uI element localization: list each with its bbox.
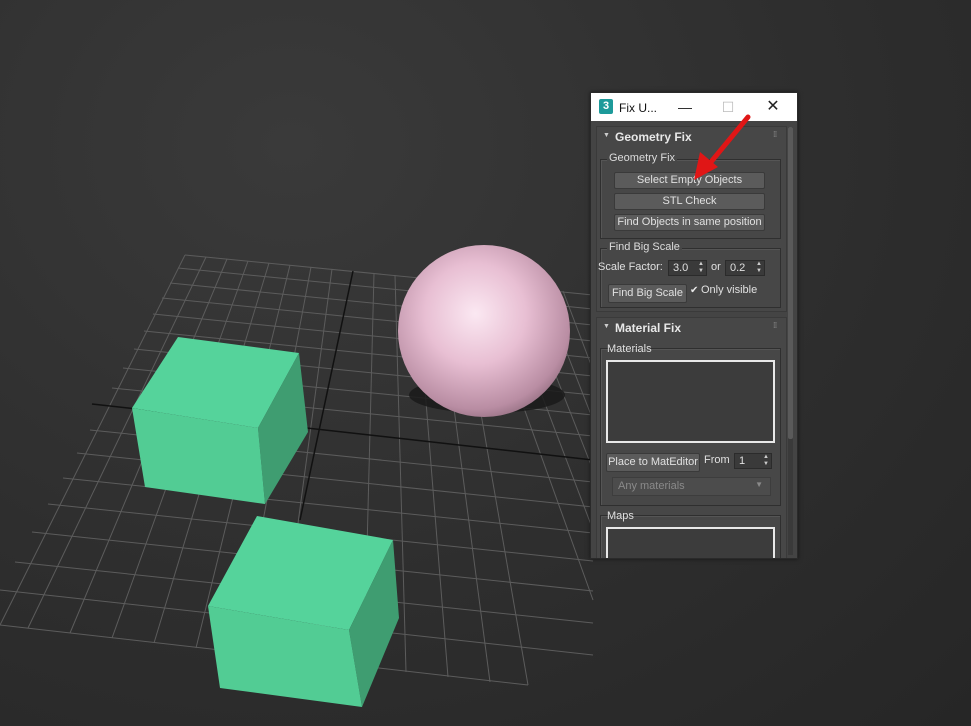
3d-viewport[interactable] [0, 0, 971, 726]
panel-scrollbar[interactable] [788, 127, 793, 555]
app-icon: 3 [599, 99, 613, 114]
pink-sphere [398, 245, 570, 417]
maps-group: Maps [600, 510, 781, 558]
geometry-fix-group: Geometry Fix Select Empty Objects STL Ch… [600, 152, 781, 239]
viewport-scene [0, 245, 594, 707]
scale-factor-label: Scale Factor: [598, 261, 663, 273]
or-label: or [711, 261, 721, 273]
dropdown-value: Any materials [618, 480, 685, 492]
rollout-title: Material Fix [615, 321, 682, 335]
geometry-fix-rollout: ▼ Geometry Fix ⁞⁞ Geometry Fix Select Em… [596, 126, 787, 312]
materials-group: Materials Place to MatEditor From 1 ▲ ▼ A… [600, 343, 781, 506]
scrollbar-thumb[interactable] [788, 127, 793, 439]
green-box-2 [208, 516, 399, 707]
group-label: Find Big Scale [607, 241, 682, 253]
materials-listbox[interactable] [606, 360, 775, 443]
material-filter-dropdown[interactable]: Any materials ▼ [612, 477, 771, 496]
material-fix-rollout: ▼ Material Fix ⁞⁞ Materials Place to Mat… [596, 317, 787, 558]
only-visible-label: Only visible [701, 284, 758, 296]
find-big-scale-group: Find Big Scale Scale Factor: 3.0 ▲ ▼ or 0… [598, 241, 781, 308]
second-factor-spinner[interactable]: 0.2 ▲ ▼ [725, 260, 765, 276]
minimize-button[interactable]: — [670, 93, 700, 121]
maps-label: Maps [607, 510, 634, 522]
spinner-value: 0.2 [730, 262, 746, 274]
select-empty-objects-button[interactable]: Select Empty Objects [614, 172, 765, 189]
maps-listbox[interactable] [606, 527, 775, 558]
rollout-title: Geometry Fix [615, 130, 692, 144]
window-title: Fix U... [619, 101, 657, 115]
find-same-position-button[interactable]: Find Objects in same position [614, 214, 765, 231]
place-to-mateditor-button[interactable]: Place to MatEditor [606, 453, 700, 472]
drag-grip-icon[interactable]: ⁞⁞ [773, 321, 777, 330]
spinner-arrows-icon[interactable]: ▲ ▼ [698, 261, 704, 275]
materials-label: Materials [607, 343, 652, 355]
spinner-value: 1 [739, 455, 746, 467]
geometry-fix-header[interactable]: ▼ Geometry Fix ⁞⁞ [597, 127, 786, 147]
group-label: Geometry Fix [607, 152, 678, 164]
only-visible-checkbox[interactable]: ✔ [690, 286, 699, 296]
spinner-arrows-icon[interactable]: ▲ ▼ [756, 261, 762, 275]
green-box-1 [132, 337, 308, 504]
find-big-scale-button[interactable]: Find Big Scale [608, 284, 687, 303]
stl-check-button[interactable]: STL Check [614, 193, 765, 210]
maximize-button[interactable]: ☐ [713, 93, 743, 121]
collapse-triangle-icon: ▼ [603, 323, 610, 330]
spinner-value: 3.0 [673, 262, 689, 274]
scale-factor-spinner[interactable]: 3.0 ▲ ▼ [668, 260, 707, 276]
chevron-down-icon: ▼ [755, 480, 763, 489]
fix-utility-window[interactable]: 3 Fix U... — ☐ ✕ ▼ Geometry Fix ⁞⁞ Geome… [590, 92, 798, 559]
material-fix-header[interactable]: ▼ Material Fix ⁞⁞ [597, 318, 786, 338]
from-spinner[interactable]: 1 ▲ ▼ [734, 453, 772, 469]
drag-grip-icon[interactable]: ⁞⁞ [773, 130, 777, 139]
spinner-arrows-icon[interactable]: ▲ ▼ [763, 454, 769, 468]
collapse-triangle-icon: ▼ [603, 132, 610, 139]
close-button[interactable]: ✕ [758, 93, 788, 121]
rollout-panel: ▼ Geometry Fix ⁞⁞ Geometry Fix Select Em… [591, 121, 797, 558]
window-titlebar[interactable]: 3 Fix U... — ☐ ✕ [591, 93, 797, 121]
from-label: From [704, 454, 730, 466]
